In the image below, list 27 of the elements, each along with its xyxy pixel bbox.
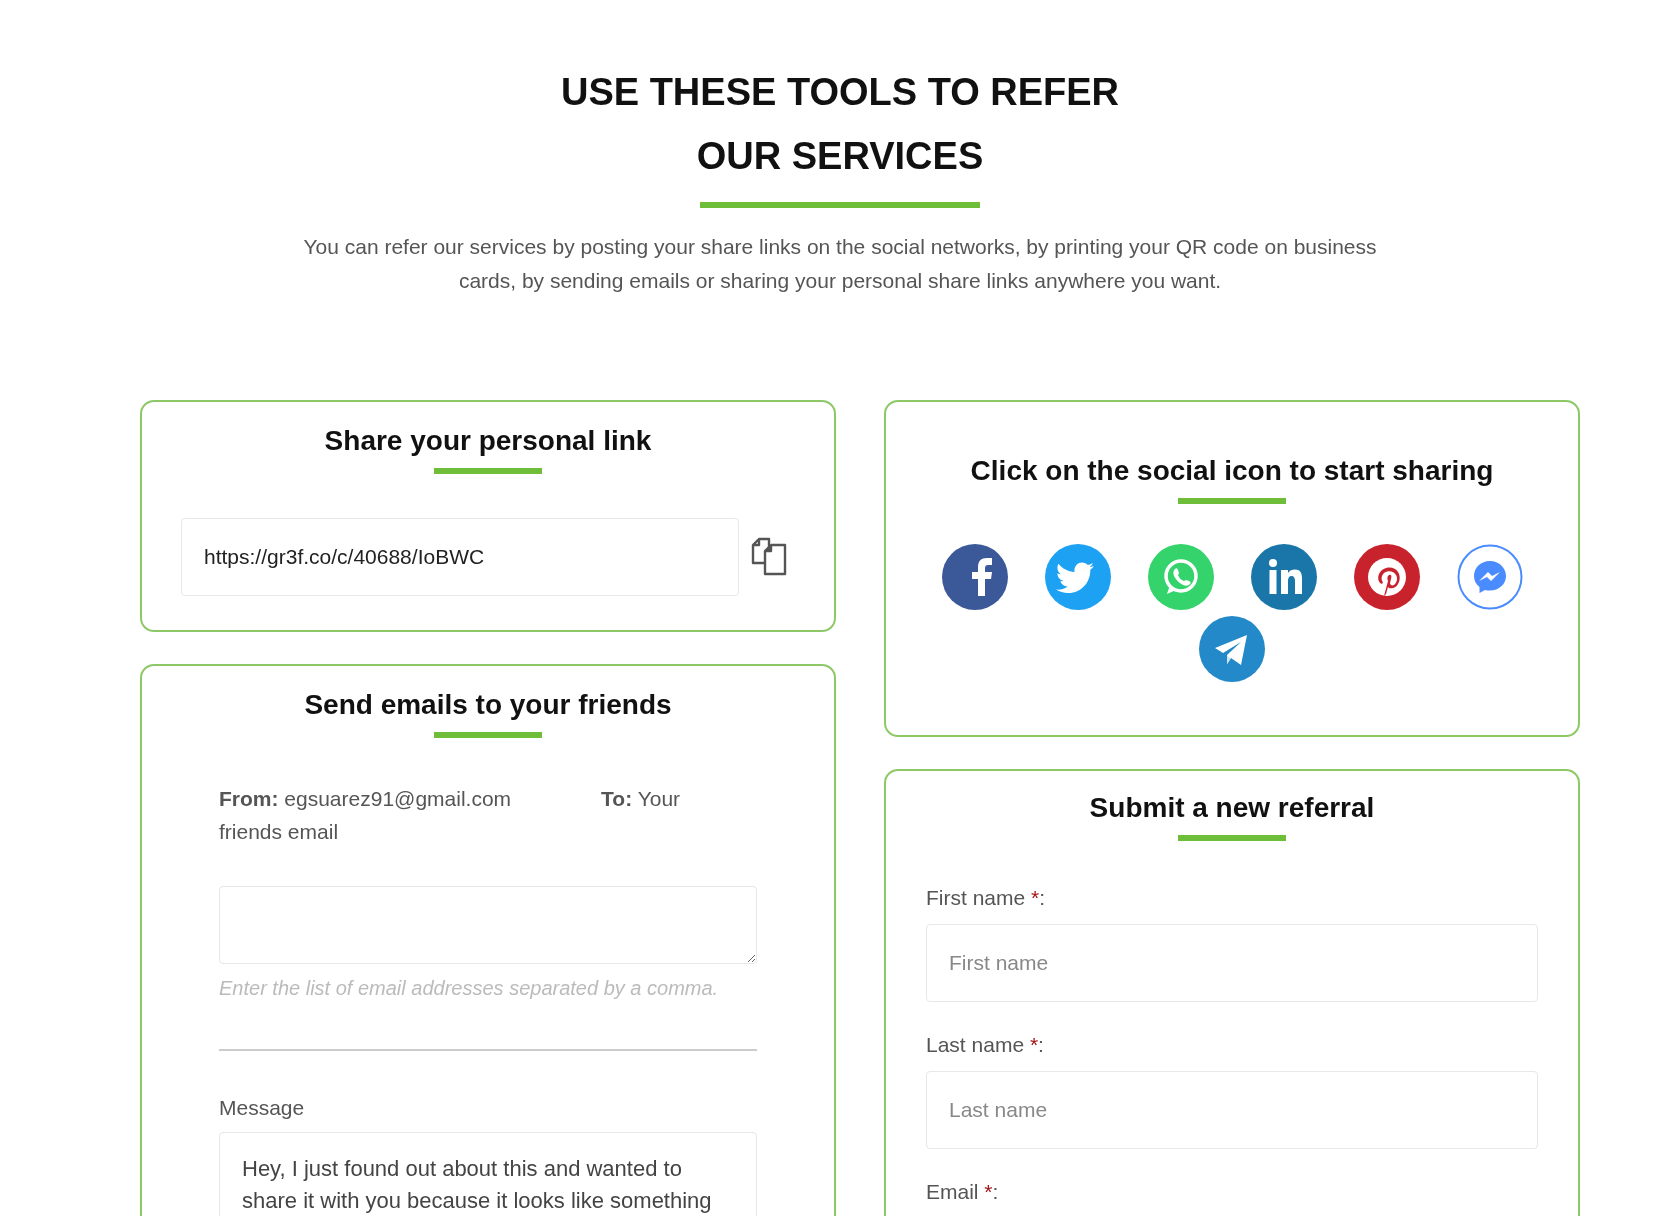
copy-button[interactable]	[749, 536, 789, 577]
pinterest-share-button[interactable]	[1353, 543, 1420, 610]
field-label: Last name *:	[926, 1031, 1045, 1058]
sender-recipient-text: From: egsuarez91@gmail.com To: Your friends email	[219, 785, 682, 845]
telegram-share-button[interactable]	[1199, 615, 1265, 682]
intro-text: You can refer our services by posting your share links on the social networks, by printing your QR code on business cards, by sending emails or sharing your personal share links anywhere you want.	[302, 234, 1378, 294]
page-title: USE THESE TOOLS TO REFER	[559, 70, 1121, 115]
text-field[interactable]: First name	[926, 923, 1538, 1002]
message-field[interactable]: Hey, I just found out about this and wanted to share it with you because it looks like something	[219, 1131, 757, 1216]
card-title: Share your personal link	[323, 424, 653, 458]
whatsapp-share-button[interactable]	[1147, 543, 1214, 610]
copy-icon	[749, 536, 789, 577]
facebook-share-button[interactable]	[941, 543, 1008, 610]
linkedin-share-button[interactable]	[1250, 543, 1317, 610]
field-label: First name *:	[926, 884, 1047, 911]
page-title: OUR SERVICES	[695, 134, 985, 179]
card-title: Send emails to your friends	[303, 688, 673, 722]
text-field[interactable]: Last name	[926, 1070, 1538, 1149]
share-link-field[interactable]: https://gr3f.co/c/40688/IoBWC	[181, 517, 739, 596]
email-addresses-field[interactable]	[219, 885, 757, 964]
messenger-share-button[interactable]	[1456, 543, 1523, 610]
help-text: Enter the list of email addresses separated by a comma.	[219, 975, 720, 1001]
message-label: Message	[219, 1094, 306, 1121]
card-title: Submit a new referral	[1088, 791, 1376, 825]
card-title: Click on the social icon to start sharing	[969, 454, 1495, 488]
field-label: Email *:	[926, 1178, 1000, 1205]
twitter-share-button[interactable]	[1044, 543, 1111, 610]
